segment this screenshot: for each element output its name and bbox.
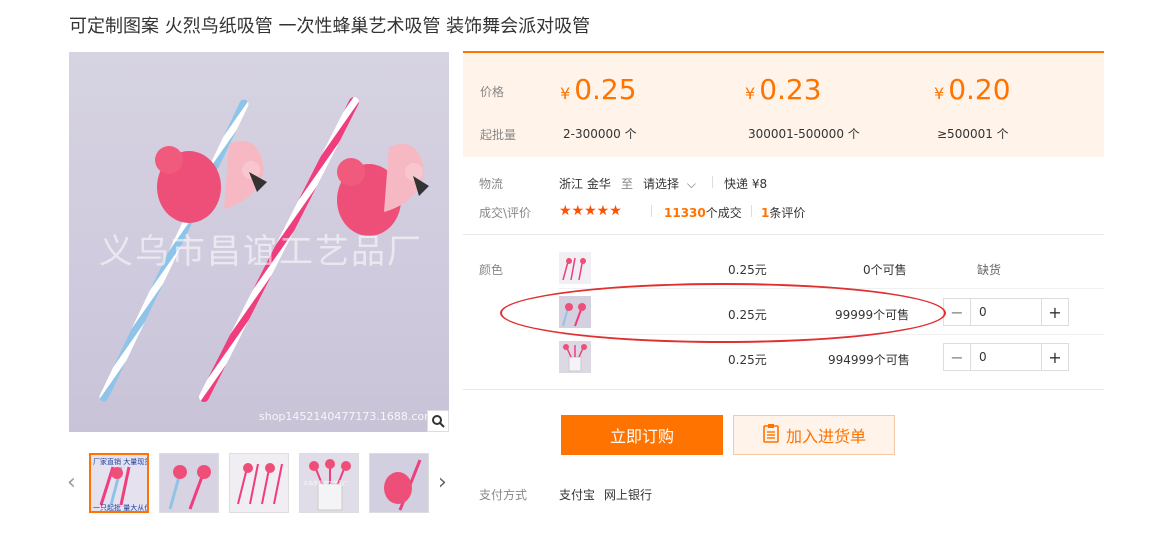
payment-label: 支付方式	[479, 488, 528, 502]
chevron-right-icon[interactable]: ›	[438, 470, 447, 495]
divider	[559, 288, 1104, 289]
separator	[751, 205, 752, 217]
thumbnail-1[interactable]: 厂家直销 大量现货 一只起批 量大从优	[89, 453, 149, 513]
variant-image-2[interactable]	[559, 296, 591, 328]
price-panel: 价格 起批量 ¥0.25 ¥0.23 ¥0.20 2-300000 个 3000…	[463, 51, 1104, 157]
quantity-input[interactable]: 0	[970, 299, 1042, 325]
variant-stock-3: 994999个可售	[828, 353, 910, 367]
thumb-watermark: 义乌市昌谊工艺品厂	[303, 481, 349, 487]
review-text: 条评价	[769, 206, 806, 220]
variant-price-2: 0.25元	[728, 308, 767, 322]
chevron-left-icon[interactable]: ‹	[67, 470, 76, 495]
divider	[463, 389, 1104, 390]
add-to-cart-button[interactable]: 加入进货单	[733, 415, 895, 455]
divider	[559, 334, 1104, 335]
plus-button[interactable]: +	[1042, 344, 1068, 370]
payment-alipay: 支付宝	[559, 488, 596, 502]
qty-range-3: ≥500001 个	[937, 127, 1009, 141]
thumbnail-2[interactable]	[159, 453, 219, 513]
image-watermark: 义乌市昌谊工艺品厂	[99, 232, 423, 272]
search-icon[interactable]	[427, 410, 449, 432]
price-label: 价格	[480, 85, 505, 99]
logistics-to: 至	[621, 177, 634, 191]
thumb-caption-top: 厂家直销 大量现货	[93, 458, 149, 466]
divider	[463, 234, 1104, 235]
add-to-cart-label: 加入进货单	[785, 427, 866, 446]
review-count[interactable]: 1条评价	[761, 204, 805, 221]
quantity-stepper-3: − 0 +	[943, 343, 1069, 371]
shipping-fee: 快递 ¥8	[724, 177, 768, 191]
separator	[651, 205, 652, 217]
reviews-label: 成交\评价	[479, 206, 532, 220]
logistics-label: 物流	[479, 177, 504, 191]
destination-select[interactable]: 请选择 ⌵	[643, 175, 696, 192]
destination-select-value: 请选择	[643, 177, 680, 191]
thumbnail-3[interactable]	[229, 453, 289, 513]
rating-stars: ★★★★★	[559, 203, 622, 219]
out-of-stock-badge: 缺货	[977, 263, 1002, 277]
variant-price-1: 0.25元	[728, 263, 767, 277]
variant-image-1[interactable]	[559, 252, 591, 284]
chevron-down-icon: ⌵	[686, 177, 696, 191]
color-label: 颜色	[479, 263, 504, 277]
buy-now-button[interactable]: 立即订购	[561, 415, 723, 455]
separator	[712, 176, 713, 188]
main-product-image[interactable]: 义乌市昌谊工艺品厂 shop1452140477173.1688.com	[69, 52, 449, 432]
variant-image-3[interactable]	[559, 341, 591, 373]
minus-button[interactable]: −	[944, 299, 970, 325]
variant-price-3: 0.25元	[728, 353, 767, 367]
quantity-input[interactable]: 0	[970, 344, 1042, 370]
logistics-origin: 浙江 金华	[559, 177, 611, 191]
qty-range-2: 300001-500000 个	[748, 127, 860, 141]
quantity-stepper-2: − 0 +	[943, 298, 1069, 326]
thumbnail-4[interactable]: 义乌市昌谊工艺品厂	[299, 453, 359, 513]
thumbnail-5[interactable]	[369, 453, 429, 513]
min-qty-label: 起批量	[480, 128, 517, 142]
qty-range-1: 2-300000 个	[563, 127, 637, 141]
thumb-caption-bottom: 一只起批 量大从优	[93, 504, 149, 512]
deals-text: 个成交	[705, 206, 742, 220]
product-title: 可定制图案 火烈鸟纸吸管 一次性蜂巢艺术吸管 装饰舞会派对吸管	[69, 16, 591, 37]
price-tier-3: ¥0.20	[934, 73, 1011, 106]
payment-online-bank: 网上银行	[604, 488, 653, 502]
deals-number: 11330	[664, 206, 706, 220]
clipboard-icon	[762, 423, 780, 447]
price-tier-1: ¥0.25	[560, 73, 637, 106]
price-tier-2: ¥0.23	[745, 73, 822, 106]
shop-url-watermark: shop1452140477173.1688.com	[259, 410, 435, 423]
variant-stock-1: 0个可售	[863, 263, 907, 277]
plus-button[interactable]: +	[1042, 299, 1068, 325]
variant-stock-2: 99999个可售	[835, 308, 910, 322]
deals-count[interactable]: 11330个成交	[664, 204, 742, 221]
minus-button[interactable]: −	[944, 344, 970, 370]
